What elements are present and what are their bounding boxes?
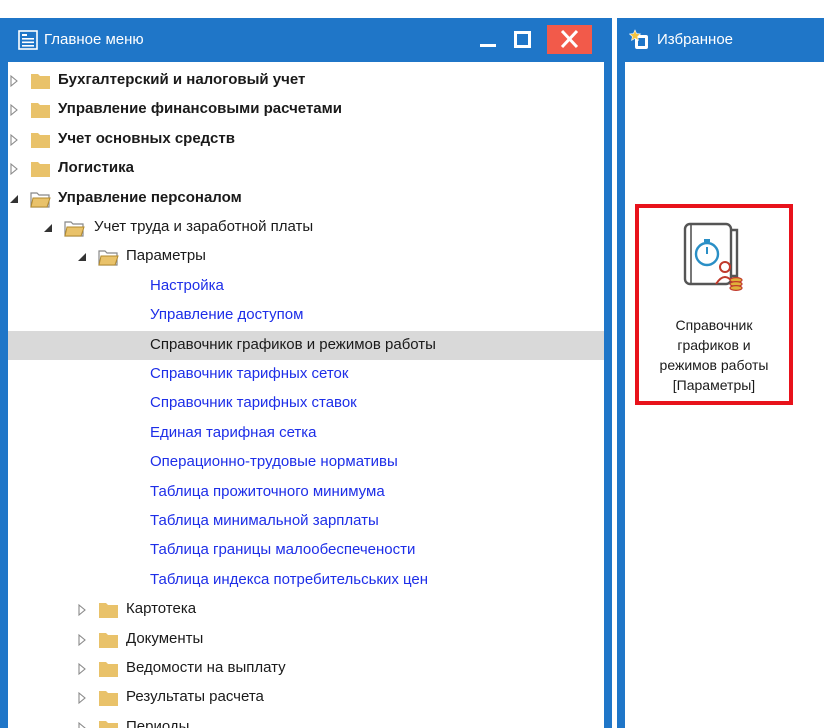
tree-item-label: Периоды: [126, 717, 190, 728]
tree-expand-icon[interactable]: [76, 633, 88, 647]
folder-icon: [99, 632, 118, 648]
tree-row[interactable]: Параметры: [8, 242, 604, 271]
favorites-titlebar[interactable]: Избранное: [617, 18, 824, 62]
tree-row[interactable]: Ведомости на выплату: [8, 654, 604, 683]
tree-item-label[interactable]: Таблица границы малообеспечености: [150, 541, 415, 558]
tree-item-label: Параметры: [126, 247, 206, 265]
folder-icon: [31, 74, 50, 89]
folder-open-icon: [98, 250, 119, 266]
tree-row[interactable]: Справочник графиков и режимов работы: [8, 330, 604, 360]
tree-item-label: Ведомости на выплату: [126, 659, 286, 676]
folder-icon: [99, 720, 118, 728]
tree-collapse-icon[interactable]: [42, 221, 54, 235]
tree-expand-icon[interactable]: [8, 74, 20, 88]
tree-item-label[interactable]: Единая тарифная сетка: [150, 424, 317, 441]
tree-row[interactable]: Периоды: [8, 713, 604, 728]
tree-item-label[interactable]: Справочник тарифных ставок: [150, 394, 357, 411]
main-menu-tree: Бухгалтерский и налоговый учет Управление…: [8, 62, 604, 728]
tree-row[interactable]: Справочник тарифных сеток: [8, 360, 604, 389]
tree-item-label: Управление финансовыми расчетами: [58, 100, 342, 118]
tree-item-label[interactable]: Таблица индекса потребительських цен: [150, 571, 428, 588]
tree-item-label[interactable]: Справочник тарифных сеток: [150, 365, 348, 382]
window-border-left: [0, 18, 8, 728]
tile-line-3: режимов работы: [659, 357, 769, 373]
close-icon: [560, 29, 579, 49]
favorite-tile-schedules[interactable]: Справочник графиков и режимов работы [Па…: [635, 204, 793, 405]
tree-row[interactable]: Таблица индекса потребительських цен: [8, 566, 604, 595]
maximize-icon[interactable]: [508, 26, 538, 54]
tree-row[interactable]: Управление доступом: [8, 301, 604, 330]
folder-icon: [31, 103, 50, 119]
window-border-left: [617, 18, 625, 728]
tile-line-4: [Параметры]: [672, 377, 756, 393]
tree-row[interactable]: Учет основных средств: [8, 125, 604, 154]
tree-expand-icon[interactable]: [8, 162, 20, 176]
favorites-window: Избранное Справочник графиков и режимов …: [617, 0, 824, 728]
tree-row[interactable]: Таблица границы малообеспечености: [8, 536, 604, 565]
tree-row[interactable]: Настройка: [8, 272, 604, 301]
main-menu-title: Главное меню: [44, 31, 144, 48]
tree-row[interactable]: Управление персоналом: [8, 184, 604, 213]
tree-expand-icon[interactable]: [76, 662, 88, 676]
tile-line-1: Справочник: [675, 317, 753, 333]
tree-item-label: Результаты расчета: [126, 688, 264, 706]
tree-item-label: Логистика: [58, 159, 134, 177]
tree-row[interactable]: Операционно-трудовые нормативы: [8, 448, 604, 477]
folder-icon: [99, 603, 118, 619]
folder-icon: [99, 691, 118, 707]
tree-row[interactable]: Бухгалтерский и налоговый учет: [8, 66, 604, 95]
tree-expand-icon[interactable]: [8, 133, 20, 147]
favorite-tile-label: Справочник графиков и режимов работы [Па…: [639, 315, 789, 395]
tree-item-label: Учет труда и заработной платы: [94, 218, 314, 235]
tree-item-label[interactable]: Таблица минимальной зарплаты: [150, 512, 379, 529]
tree-row[interactable]: Управление финансовыми расчетами: [8, 95, 604, 124]
favorites-icon: [629, 29, 648, 49]
tree-item-label: Управление персоналом: [58, 188, 242, 206]
tree-row[interactable]: Таблица прожиточного минимума: [8, 478, 604, 507]
tree-row[interactable]: Справочник тарифных ставок: [8, 389, 604, 418]
tree-item-label[interactable]: Управление доступом: [150, 306, 303, 323]
tree-item-label[interactable]: Настройка: [150, 277, 224, 294]
folder-open-icon: [30, 191, 51, 208]
tree-expand-icon[interactable]: [76, 603, 88, 617]
tree-item-label: Картотека: [126, 600, 197, 618]
tree-item-label[interactable]: Таблица прожиточного минимума: [150, 483, 385, 500]
tree-item-label: Учет основных средств: [58, 129, 235, 147]
tree-expand-icon[interactable]: [8, 103, 20, 117]
tree-item-label[interactable]: Операционно-трудовые нормативы: [150, 453, 398, 470]
tree-expand-icon[interactable]: [76, 691, 88, 705]
main-menu-titlebar[interactable]: Главное меню: [0, 18, 612, 62]
tree-row[interactable]: Единая тарифная сетка: [8, 419, 604, 448]
stopwatch-personnel-icon: [683, 222, 743, 291]
tree-collapse-icon[interactable]: [8, 192, 20, 206]
favorites-title: Избранное: [657, 31, 734, 48]
tree-row[interactable]: Таблица минимальной зарплаты: [8, 507, 604, 536]
minimize-icon[interactable]: [474, 26, 504, 54]
tree-row[interactable]: Логистика: [8, 154, 604, 183]
tree-collapse-icon[interactable]: [76, 250, 88, 264]
tree-item-label: Справочник графиков и режимов работы: [150, 335, 436, 353]
tree-row[interactable]: Результаты расчета: [8, 683, 604, 712]
window-border-right: [604, 18, 612, 728]
tree-row[interactable]: Учет труда и заработной платы: [8, 213, 604, 242]
folder-icon: [31, 162, 50, 178]
tree-item-label: Документы: [126, 629, 204, 647]
main-menu-window: Главное меню Бухгалтерский и налоговый у…: [0, 0, 617, 728]
tree-expand-icon[interactable]: [76, 721, 88, 728]
window-top-gap: [617, 0, 824, 18]
tree-row[interactable]: Картотека: [8, 595, 604, 624]
favorites-content: Справочник графиков и режимов работы [Па…: [625, 62, 824, 728]
tree-row[interactable]: Документы: [8, 625, 604, 654]
tree-item-label: Бухгалтерский и налоговый учет: [58, 71, 306, 88]
window-top-gap: [0, 0, 612, 18]
menu-list-icon: [18, 30, 38, 50]
tile-line-2: графиков и: [677, 337, 751, 353]
folder-icon: [31, 132, 50, 148]
folder-open-icon: [64, 221, 85, 237]
close-button[interactable]: [547, 25, 592, 54]
folder-icon: [99, 662, 118, 677]
